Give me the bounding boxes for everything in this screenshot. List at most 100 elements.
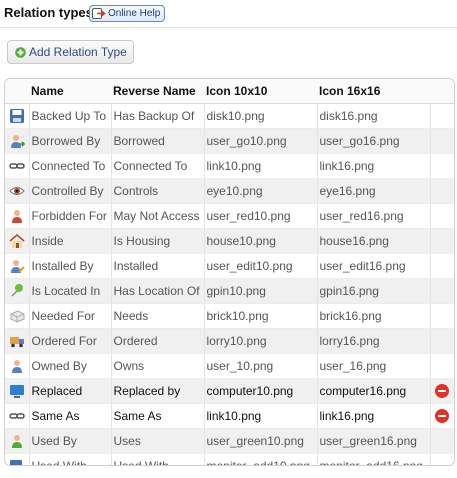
online-help-label: Online Help: [108, 8, 161, 19]
row-icon-16: user_edit16.png: [317, 253, 431, 279]
row-actions: [430, 328, 454, 354]
table-row[interactable]: Used By Uses user_green10.png user_green16.…: [5, 428, 454, 454]
row-icon-16: link16.png: [317, 153, 431, 179]
row-icon-16: user_go16.png: [317, 128, 431, 154]
table-row[interactable]: Owned By Owns user_10.png user_16.png: [5, 353, 454, 379]
column-header-icon: [5, 79, 29, 104]
online-help-button[interactable]: Online Help: [89, 5, 166, 22]
row-reverse-name: Uses: [111, 428, 205, 454]
table-row[interactable]: Borrowed By Borrowed user_go10.png user_go1…: [5, 128, 454, 154]
row-icon-cell: [5, 228, 30, 254]
row-reverse-name: Needs: [111, 303, 205, 329]
computer-icon: [9, 383, 25, 399]
row-actions: [430, 278, 454, 304]
table-row[interactable]: Is Located In Has Location Of gpin10.png gp…: [5, 278, 454, 304]
house-icon: [9, 233, 25, 249]
row-reverse-name: Installed: [111, 253, 205, 279]
row-icon-10: user_go10.png: [204, 128, 318, 154]
table-row[interactable]: Forbidden For May Not Access user_red10.pn…: [5, 203, 454, 229]
header-divider: [0, 27, 457, 28]
row-icon-10: lorry10.png: [204, 328, 318, 354]
row-icon-16: gpin16.png: [317, 278, 431, 304]
row-reverse-name: Replaced by: [111, 378, 205, 404]
table-row[interactable]: Same As Same As link10.png link16.png: [5, 403, 454, 429]
row-name: Backed Up To: [29, 103, 112, 129]
row-icon-10: house10.png: [204, 228, 318, 254]
row-icon-16: eye16.png: [317, 178, 431, 204]
row-icon-16: disk16.png: [317, 103, 431, 129]
disk-icon: [9, 108, 25, 124]
row-icon-10: link10.png: [204, 403, 318, 429]
row-icon-16: house16.png: [317, 228, 431, 254]
table-row[interactable]: Needed For Needs brick10.png brick16.png: [5, 303, 454, 329]
row-actions: [430, 203, 454, 229]
gpin-icon: [9, 283, 25, 299]
row-icon-cell: [5, 378, 30, 404]
table-row[interactable]: Inside Is Housing house10.png house16.png: [5, 228, 454, 254]
row-icon-10: link10.png: [204, 153, 318, 179]
add-relation-type-button[interactable]: Add Relation Type: [7, 40, 134, 64]
row-name: Owned By: [29, 353, 112, 379]
row-icon-10: monitor_add10.png: [204, 453, 318, 465]
table-row[interactable]: Connected To Connected To link10.png link16…: [5, 153, 454, 179]
row-reverse-name: Has Backup Of: [111, 103, 205, 129]
user-edit-icon: [9, 258, 25, 274]
row-icon-10: disk10.png: [204, 103, 318, 129]
row-reverse-name: Used With: [111, 453, 205, 465]
row-icon-10: user_edit10.png: [204, 253, 318, 279]
row-icon-16: user_green16.png: [317, 428, 431, 454]
plus-icon: [15, 46, 26, 58]
row-actions: [430, 353, 454, 379]
table-header-row: Name Reverse Name Icon 10x10 Icon 16x16: [5, 79, 454, 104]
eye-icon: [9, 183, 25, 199]
row-name: Connected To: [29, 153, 112, 179]
row-icon-cell: [5, 178, 30, 204]
row-reverse-name: Has Location Of: [111, 278, 205, 304]
row-icon-16: user_16.png: [317, 353, 431, 379]
row-actions: [430, 128, 454, 154]
row-name: Needed For: [29, 303, 112, 329]
column-header-icon-10: Icon 10x10: [204, 79, 317, 104]
row-actions: [430, 403, 454, 429]
monitor-add-icon: [9, 458, 25, 465]
link-icon: [9, 158, 25, 174]
row-icon-16: monitor_add16.png: [317, 453, 431, 465]
row-reverse-name: Controls: [111, 178, 205, 204]
row-name: Ordered For: [29, 328, 112, 354]
table-row[interactable]: Backed Up To Has Backup Of disk10.png disk1…: [5, 103, 454, 129]
column-header-actions: [430, 79, 454, 104]
link-icon: [9, 408, 25, 424]
table-row[interactable]: Controlled By Controls eye10.png eye16.png: [5, 178, 454, 204]
row-name: Inside: [29, 228, 112, 254]
row-actions: [430, 378, 454, 404]
lorry-icon: [9, 333, 25, 349]
relation-types-table: Name Reverse Name Icon 10x10 Icon 16x16 …: [4, 78, 455, 466]
row-name: Used By: [29, 428, 112, 454]
row-name: Forbidden For: [29, 203, 112, 229]
row-icon-16: link16.png: [317, 403, 431, 429]
delete-icon[interactable]: [435, 384, 450, 399]
row-reverse-name: Connected To: [111, 153, 205, 179]
row-icon-cell: [5, 328, 30, 354]
row-icon-16: brick16.png: [317, 303, 431, 329]
row-icon-cell: [5, 103, 30, 129]
row-name: Installed By: [29, 253, 112, 279]
row-name: Same As: [29, 403, 112, 429]
row-actions: [430, 103, 454, 129]
row-reverse-name: May Not Access: [111, 203, 205, 229]
table-row[interactable]: Installed By Installed user_edit10.png user…: [5, 253, 454, 279]
row-reverse-name: Same As: [111, 403, 205, 429]
row-actions: [430, 428, 454, 454]
user-red-icon: [9, 208, 25, 224]
row-name: Is Located In: [29, 278, 112, 304]
user-go-icon: [9, 133, 25, 149]
row-icon-cell: [5, 453, 30, 465]
row-icon-10: eye10.png: [204, 178, 318, 204]
row-icon-cell: [5, 153, 30, 179]
table-row[interactable]: Used With Used With monitor_add10.png monit…: [5, 453, 454, 465]
row-actions: [430, 228, 454, 254]
table-row[interactable]: Ordered For Ordered lorry10.png lorry16.png: [5, 328, 454, 354]
delete-icon[interactable]: [435, 409, 450, 424]
row-name: Controlled By: [29, 178, 112, 204]
table-row[interactable]: Replaced Replaced by computer10.png compute…: [5, 378, 454, 404]
